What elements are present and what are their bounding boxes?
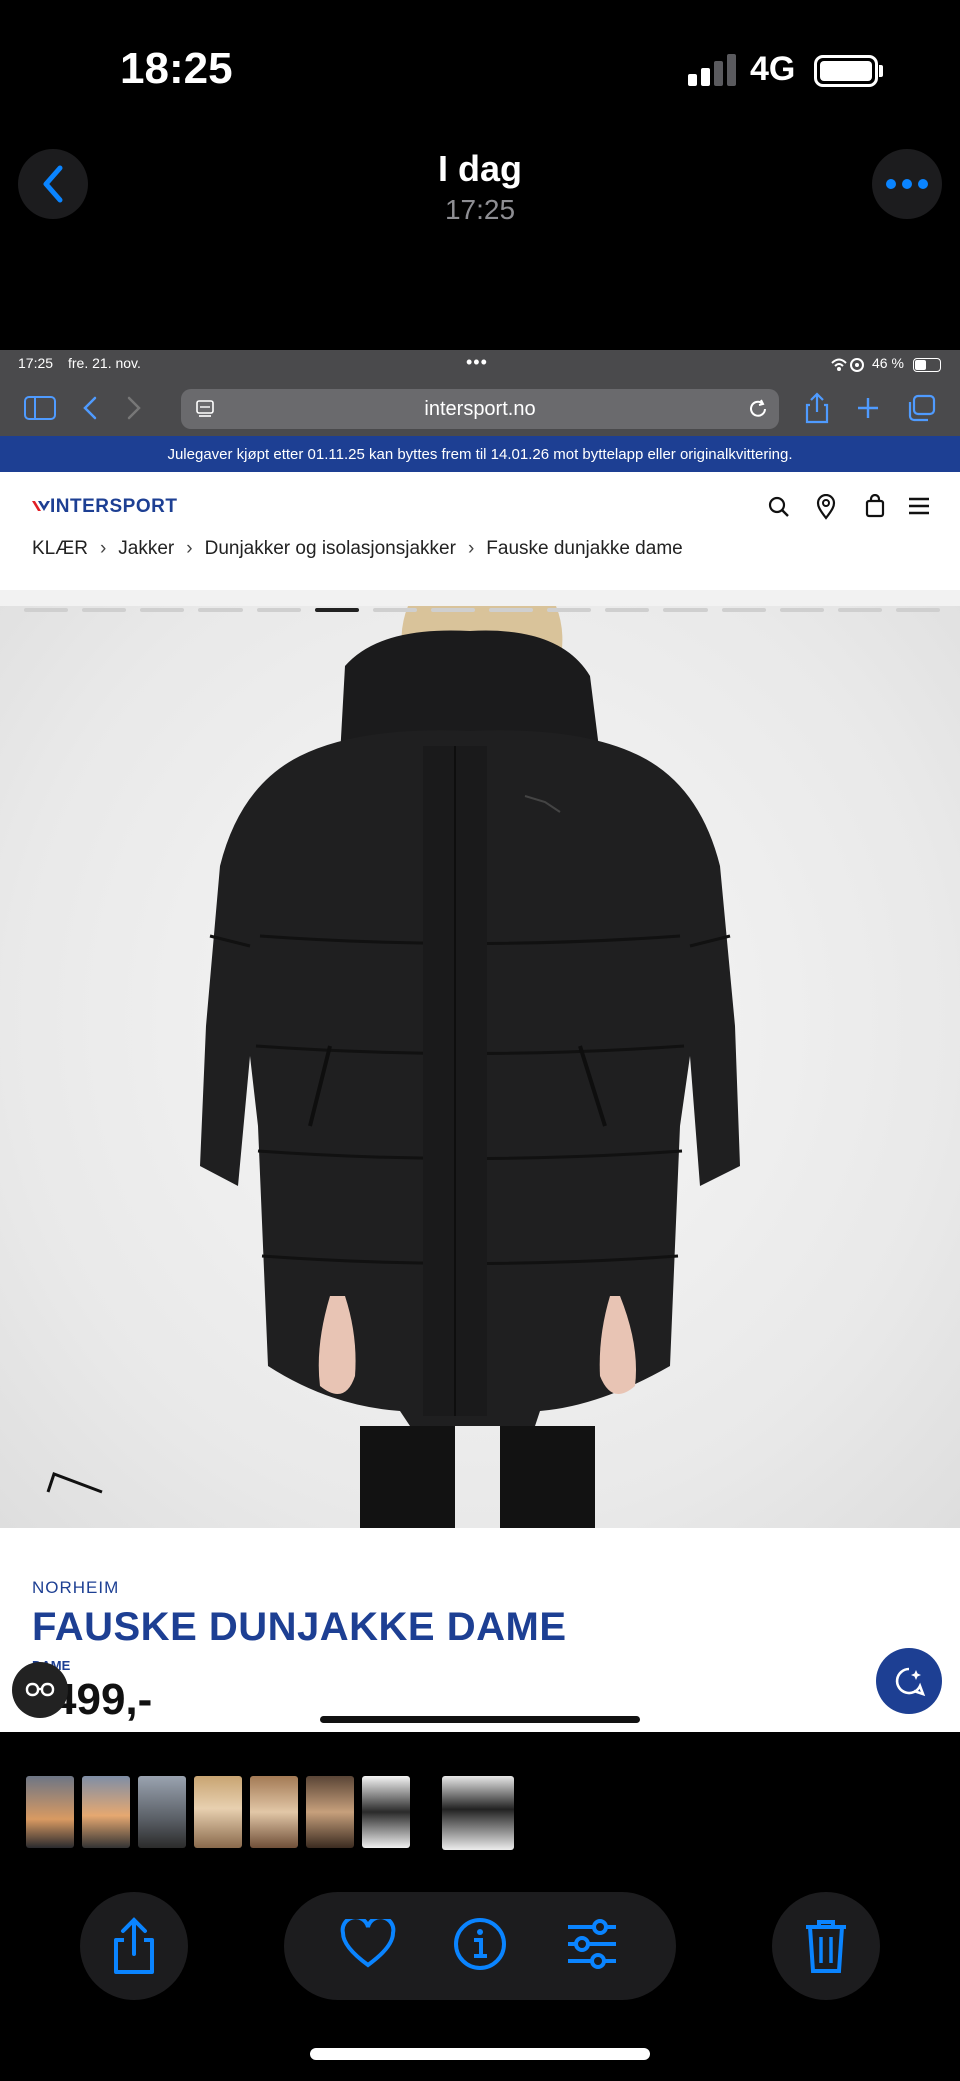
- photo-actions-group: [284, 1892, 676, 2000]
- breadcrumb-chevron-icon: ›: [99, 538, 107, 559]
- multitasking-dots-icon: •••: [466, 352, 488, 372]
- search-icon[interactable]: [768, 496, 790, 518]
- photo-thumbnail[interactable]: [194, 1776, 242, 1848]
- ios-status-time: 18:25: [120, 44, 233, 93]
- gallery-page-indicator[interactable]: [314, 608, 359, 612]
- cellular-signal-icon: [688, 52, 740, 86]
- browser-forward-icon[interactable]: [126, 396, 142, 420]
- share-icon: [114, 1917, 154, 1974]
- photo-date-title: I dag: [437, 148, 522, 189]
- chat-assistant-button[interactable]: [876, 1648, 942, 1714]
- norheim-mark-icon: [46, 1472, 103, 1494]
- ellipsis-icon: [886, 179, 928, 189]
- photo-thumbnail[interactable]: [26, 1776, 74, 1848]
- visual-search-button[interactable]: [12, 1662, 68, 1718]
- adjust-button[interactable]: [564, 1918, 620, 1974]
- heart-icon: [340, 1914, 396, 1967]
- breadcrumb-chevron-icon: ›: [186, 538, 193, 559]
- product-brand[interactable]: NORHEIM: [32, 1578, 119, 1598]
- gallery-page-indicator[interactable]: [82, 608, 127, 612]
- gallery-page-indicator[interactable]: [489, 608, 534, 612]
- sliders-icon: [568, 1918, 616, 1969]
- gallery-page-indicator[interactable]: [837, 608, 882, 612]
- reload-icon[interactable]: [747, 398, 769, 420]
- photo-thumbnail[interactable]: [362, 1776, 410, 1848]
- new-tab-icon[interactable]: [856, 396, 880, 420]
- battery-cap: [879, 65, 883, 77]
- menu-icon[interactable]: [908, 496, 930, 516]
- photo-thumbnail[interactable]: [250, 1776, 298, 1848]
- breadcrumb-item[interactable]: Dunjakker og isolasjonsjakker: [205, 538, 456, 559]
- intersport-mark-icon: [32, 501, 50, 511]
- gallery-page-indicator[interactable]: [663, 608, 708, 612]
- gallery-bottom-band: [0, 1528, 960, 1558]
- trash-icon: [806, 1920, 846, 1973]
- ipad-battery-text: 46 %: [872, 355, 904, 371]
- gallery-page-indicator[interactable]: [140, 608, 185, 612]
- ipad-home-indicator: [320, 1716, 640, 1723]
- photo-time-subtitle: 17:25: [444, 194, 516, 225]
- ipad-battery-icon: [913, 358, 941, 372]
- info-button[interactable]: [452, 1916, 508, 1977]
- store-locator-icon[interactable]: [816, 494, 836, 520]
- page-menu-icon[interactable]: [195, 399, 215, 419]
- gallery-page-indicator[interactable]: [256, 608, 301, 612]
- glasses-icon: [25, 1682, 55, 1697]
- gallery-pagination: [24, 608, 940, 614]
- screenshot-photo[interactable]: 17:25 fre. 21. nov. ••• 46 % intersport.…: [0, 350, 960, 1732]
- gallery-page-indicator[interactable]: [430, 608, 475, 612]
- browser-back-icon[interactable]: [82, 396, 98, 420]
- cart-icon[interactable]: [865, 494, 885, 518]
- ipad-date: fre. 21. nov.: [68, 355, 141, 371]
- delete-button[interactable]: [772, 1892, 880, 2000]
- browser-share-icon[interactable]: [804, 392, 830, 424]
- gallery-page-indicator[interactable]: [779, 608, 824, 612]
- tabs-icon[interactable]: [906, 394, 936, 422]
- more-button[interactable]: [872, 149, 942, 219]
- url-text: intersport.no: [424, 397, 536, 420]
- share-button[interactable]: [80, 1892, 188, 2000]
- photo-thumbnail-strip: [0, 1776, 960, 1850]
- photo-thumbnail-selected[interactable]: [442, 1776, 514, 1850]
- breadcrumb-item-current: Fauske dunjakke dame: [486, 538, 683, 559]
- info-icon: [454, 1917, 506, 1970]
- gallery-page-indicator[interactable]: [605, 608, 650, 612]
- gallery-page-indicator[interactable]: [198, 608, 243, 612]
- network-type: 4G: [750, 50, 796, 88]
- breadcrumb-chevron-icon: ›: [467, 538, 475, 559]
- safari-toolbar: intersport.no: [0, 380, 960, 436]
- logo-text: INTERSPORT: [50, 496, 178, 517]
- product-image-gallery[interactable]: [0, 606, 960, 1528]
- gallery-page-indicator[interactable]: [24, 608, 69, 612]
- product-title: FAUSKE DUNJAKKE DAME: [32, 1605, 567, 1649]
- gallery-page-indicator[interactable]: [372, 608, 417, 612]
- chat-sparkle-icon: [895, 1667, 926, 1697]
- ipad-time: 17:25: [18, 355, 54, 371]
- battery-icon: [814, 55, 878, 87]
- gallery-page-indicator[interactable]: [721, 608, 766, 612]
- gallery-page-indicator[interactable]: [895, 608, 940, 612]
- favorite-button[interactable]: [340, 1914, 396, 1974]
- ipad-status-bar: 17:25 fre. 21. nov. ••• 46 %: [0, 350, 960, 380]
- photo-thumbnail[interactable]: [82, 1776, 130, 1848]
- breadcrumb-item[interactable]: KLÆR: [32, 538, 88, 559]
- photo-thumbnail[interactable]: [138, 1776, 186, 1848]
- intersport-logo[interactable]: INTERSPORT: [32, 496, 177, 518]
- breadcrumb-item[interactable]: Jakker: [118, 538, 174, 559]
- wifi-icon: [831, 358, 864, 372]
- promo-banner[interactable]: Julegaver kjøpt etter 01.11.25 kan bytte…: [0, 436, 960, 472]
- address-bar[interactable]: intersport.no: [181, 389, 779, 429]
- norheim-logo: [46, 1472, 104, 1499]
- gallery-page-indicator[interactable]: [547, 608, 592, 612]
- site-header: INTERSPORT KLÆR › Jakker › Dunjakker og isol…: [0, 472, 960, 590]
- home-indicator: [310, 2048, 650, 2060]
- photo-thumbnail[interactable]: [306, 1776, 354, 1848]
- sidebar-icon[interactable]: [24, 396, 56, 420]
- jacket-model-image: [200, 606, 740, 1528]
- breadcrumb: KLÆR › Jakker › Dunjakker og isolasjonsjakke…: [32, 538, 683, 560]
